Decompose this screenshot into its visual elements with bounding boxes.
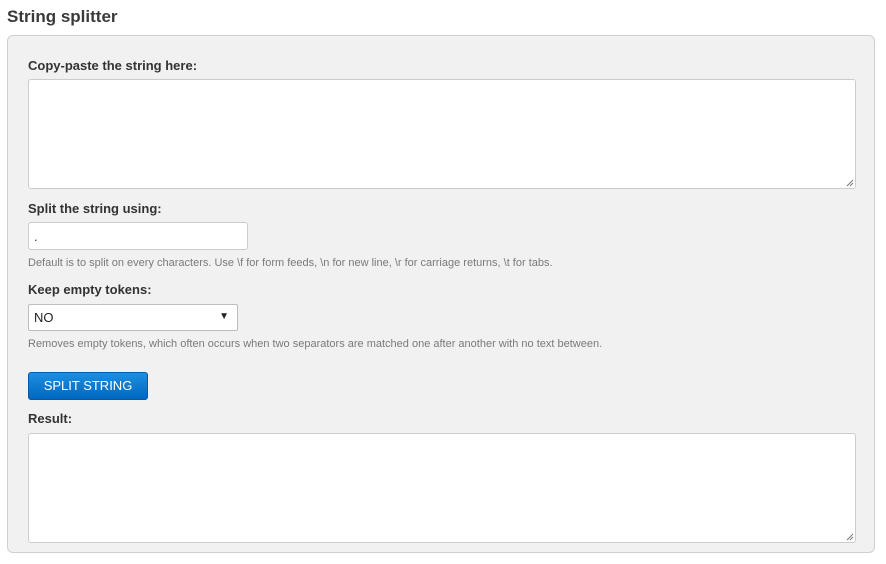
empty-tokens-hint: Removes empty tokens, which often occurs…: [28, 338, 603, 350]
splitter-panel: Copy-paste the string here: Split the st…: [7, 35, 875, 553]
empty-tokens-selected-value: NO: [34, 310, 54, 325]
input-string-wrapper: [28, 79, 856, 189]
empty-tokens-select[interactable]: NO ▼: [28, 304, 238, 331]
result-label: Result:: [28, 411, 73, 426]
separator-input[interactable]: [28, 222, 248, 250]
input-string-label: Copy-paste the string here:: [28, 58, 198, 73]
result-wrapper: [28, 433, 856, 543]
resize-grip-icon[interactable]: [846, 179, 854, 187]
split-string-button[interactable]: SPLIT STRING: [28, 372, 148, 400]
resize-grip-icon[interactable]: [846, 533, 854, 541]
separator-label: Split the string using:: [28, 201, 162, 216]
separator-hint: Default is to split on every characters.…: [28, 257, 553, 269]
triangle-down-icon: ▼: [219, 311, 229, 322]
empty-tokens-label: Keep empty tokens:: [28, 282, 152, 297]
input-string-textarea[interactable]: [28, 79, 856, 189]
result-textarea[interactable]: [28, 433, 856, 543]
page-title: String splitter: [7, 7, 118, 26]
